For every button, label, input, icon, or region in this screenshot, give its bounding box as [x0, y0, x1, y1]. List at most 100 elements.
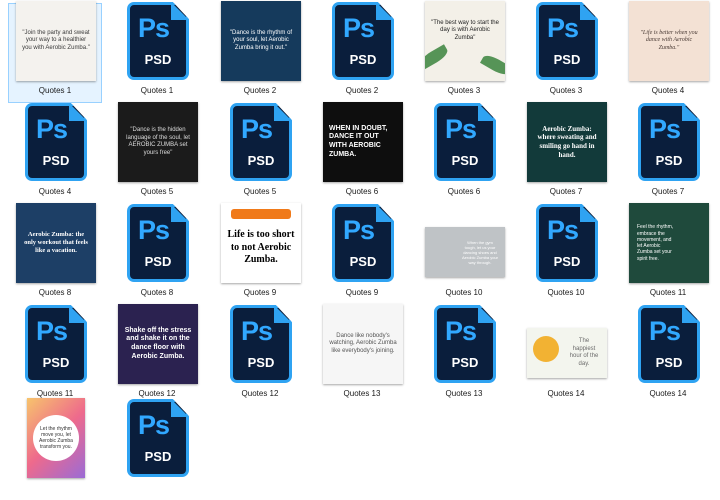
psd-file-icon: Ps PSD	[638, 103, 700, 181]
file-name: Quotes 11	[36, 389, 74, 398]
file-item-psd[interactable]: Ps PSD Quotes 9	[315, 204, 409, 305]
file-item-psd[interactable]: Ps PSD Quotes 8	[110, 204, 204, 305]
image-thumbnail: Aerobic Zumba: where sweating and smilin…	[527, 102, 607, 182]
file-item-image[interactable]: "Dance is the rhythm of your soul, let A…	[213, 1, 307, 103]
quote-text: "The best way to start the day is with A…	[431, 19, 499, 41]
psd-file-icon: Ps PSD	[127, 204, 189, 282]
file-item-image[interactable]: WHEN IN DOUBT, DANCE IT OUT WITH AEROBIC…	[315, 102, 409, 204]
file-name: Quotes 13	[445, 389, 483, 398]
file-item-psd[interactable]: Ps PSD Quotes 4	[8, 103, 102, 204]
file-item-image[interactable]: When the gym tough, let us your dancing …	[417, 205, 511, 305]
file-name: Quotes 5	[243, 187, 277, 196]
file-name: Quotes 9	[345, 288, 379, 297]
file-name: Quotes 12	[138, 389, 176, 398]
file-name: Quotes 2	[243, 86, 277, 95]
file-name: Quotes 10	[445, 288, 483, 297]
file-item-psd[interactable]: Ps PSD Quotes 11	[8, 305, 102, 406]
file-name: Quotes 2	[345, 86, 379, 95]
file-item-psd[interactable]: Ps PSD Quotes 13	[417, 305, 511, 406]
file-item-image[interactable]: "Dance is the hidden language of the sou…	[110, 102, 204, 204]
image-thumbnail: Aerobic Zumba: the only workout that fee…	[16, 203, 96, 283]
image-thumbnail: "Join the party and sweat your way to a …	[16, 1, 96, 81]
quote-text: Feel the rhythm, embrace the movement, a…	[637, 224, 674, 262]
psd-file-icon: Ps PSD	[230, 305, 292, 383]
file-item-psd[interactable]: Ps PSD Quotes 12	[213, 305, 307, 406]
file-name: Quotes 13	[343, 389, 381, 398]
file-name: Quotes 14	[547, 389, 585, 398]
psd-file-icon: Ps PSD	[536, 2, 598, 80]
file-name: Quotes 7	[651, 187, 685, 196]
file-item-image[interactable]: Life is too short to not Aerobic Zumba. …	[213, 203, 307, 305]
image-thumbnail: "Dance is the rhythm of your soul, let A…	[221, 1, 301, 81]
image-thumbnail: Let the rhythm move you, let Aerobic Zum…	[27, 398, 85, 478]
quote-text: Aerobic Zumba: the only workout that fee…	[24, 230, 88, 255]
image-thumbnail: Dance like nobody's watching, Aerobic Zu…	[323, 304, 403, 384]
file-name: Quotes 3	[549, 86, 583, 95]
image-thumbnail: The happiest hour of the day.	[527, 328, 607, 378]
file-item-psd[interactable]: Ps PSD Quotes 5	[213, 103, 307, 204]
image-thumbnail: "Dance is the hidden language of the sou…	[118, 102, 198, 182]
file-item-psd[interactable]: Ps PSD Quotes 1	[110, 2, 204, 103]
file-item-psd[interactable]: Ps PSD Quotes 10	[519, 204, 613, 305]
file-item-image[interactable]: The happiest hour of the day. Quotes 14	[519, 306, 613, 406]
quote-text: WHEN IN DOUBT, DANCE IT OUT WITH AEROBIC…	[329, 124, 388, 158]
file-name: Quotes 10	[547, 288, 585, 297]
file-name: Quotes 6	[345, 187, 379, 196]
file-item-image[interactable]: Let the rhythm move you, let Aerobic Zum…	[8, 398, 102, 500]
psd-file-icon: Ps PSD	[332, 204, 394, 282]
file-item-psd[interactable]: Ps PSD	[110, 399, 204, 500]
file-name: Quotes 8	[140, 288, 174, 297]
quote-text: Aerobic Zumba: where sweating and smilin…	[537, 124, 597, 159]
quote-text: "Dance is the hidden language of the sou…	[126, 127, 190, 156]
file-name: Quotes 11	[649, 288, 687, 297]
file-item-psd[interactable]: Ps PSD Quotes 7	[621, 103, 715, 204]
psd-file-icon: Ps PSD	[230, 103, 292, 181]
file-name: Quotes 1	[140, 86, 174, 95]
quote-text: The happiest hour of the day.	[569, 338, 599, 367]
image-thumbnail: Life is too short to not Aerobic Zumba.	[221, 203, 301, 283]
file-name: Quotes 12	[241, 389, 279, 398]
file-item-image[interactable]: "The best way to start the day is with A…	[417, 1, 511, 103]
psd-file-icon: Ps PSD	[332, 2, 394, 80]
psd-file-icon: Ps PSD	[25, 305, 87, 383]
file-item-image[interactable]: Feel the rhythm, embrace the movement, a…	[621, 203, 715, 305]
file-item-image[interactable]: Aerobic Zumba: where sweating and smilin…	[519, 102, 613, 204]
psd-file-icon: Ps PSD	[536, 204, 598, 282]
file-name: Quotes 9	[243, 288, 277, 297]
psd-file-icon: Ps PSD	[25, 103, 87, 181]
file-name: Quotes 3	[447, 86, 481, 95]
thumbnail: "Join the party and sweat your way to a …	[16, 1, 96, 81]
quote-text: Life is too short to not Aerobic Zumba.	[227, 229, 295, 266]
quote-text: "Life is better when you dance with Aero…	[640, 29, 698, 51]
quote-text: Let the rhythm move you, let Aerobic Zum…	[39, 425, 73, 451]
file-item-image[interactable]: Dance like nobody's watching, Aerobic Zu…	[315, 304, 409, 406]
file-name: Quotes 6	[447, 187, 481, 196]
quote-text: When the gym tough, let us your dancing …	[461, 239, 498, 265]
file-name: Quotes 4	[38, 187, 72, 196]
psd-file-icon: Ps PSD	[638, 305, 700, 383]
psd-file-icon: Ps PSD	[127, 399, 189, 477]
image-thumbnail: When the gym tough, let us your dancing …	[425, 227, 505, 277]
psd-file-icon: Ps PSD	[127, 2, 189, 80]
image-thumbnail: Shake off the stress and shake it on the…	[118, 304, 198, 384]
image-thumbnail: WHEN IN DOUBT, DANCE IT OUT WITH AEROBIC…	[323, 102, 403, 182]
file-item-image[interactable]: Aerobic Zumba: the only workout that fee…	[8, 203, 102, 305]
psd-file-icon: Ps PSD	[434, 103, 496, 181]
file-item-psd[interactable]: Ps PSD Quotes 3	[519, 2, 613, 103]
quote-text: Shake off the stress and shake it on the…	[124, 326, 192, 360]
file-item-image[interactable]: "Join the party and sweat your way to a …	[8, 1, 102, 103]
file-name: Quotes 5	[140, 187, 174, 196]
file-name: Quotes 7	[549, 187, 583, 196]
image-thumbnail: Feel the rhythm, embrace the movement, a…	[629, 203, 709, 283]
file-name: Quotes 4	[651, 86, 685, 95]
file-name: Quotes 14	[649, 389, 687, 398]
file-name: Quotes 1	[38, 86, 72, 95]
quote-text: Dance like nobody's watching, Aerobic Zu…	[329, 332, 397, 354]
file-item-psd[interactable]: Ps PSD Quotes 14	[621, 305, 715, 406]
quote-text: "Dance is the rhythm of your soul, let A…	[229, 29, 293, 51]
file-item-image[interactable]: Shake off the stress and shake it on the…	[110, 304, 204, 406]
file-item-image[interactable]: "Life is better when you dance with Aero…	[621, 1, 715, 103]
file-item-psd[interactable]: Ps PSD Quotes 6	[417, 103, 511, 204]
file-item-psd[interactable]: Ps PSD Quotes 2	[315, 2, 409, 103]
file-name: Quotes 8	[38, 288, 72, 297]
